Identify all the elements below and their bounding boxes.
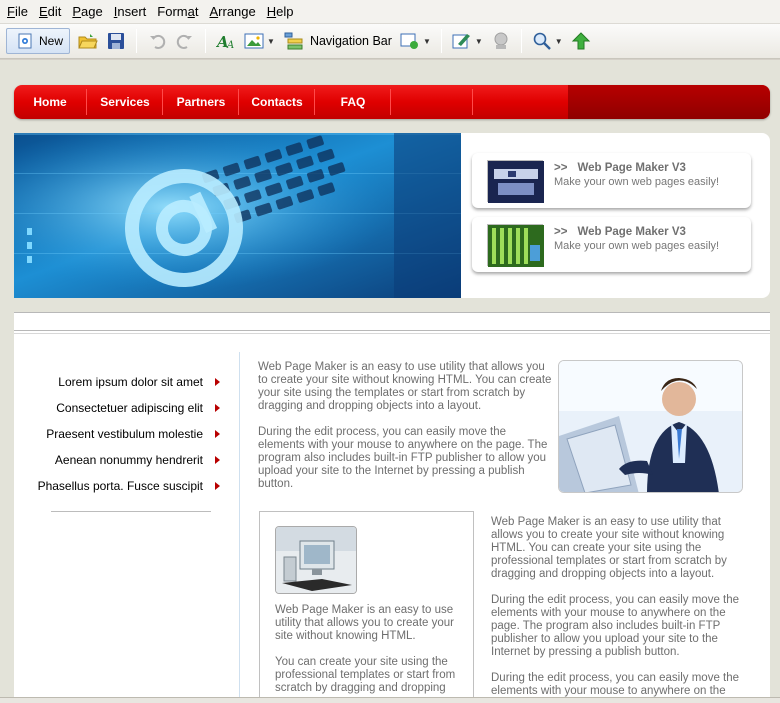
toolbar-separator bbox=[136, 29, 138, 53]
promo-title: >> Web Page Maker V3 bbox=[554, 162, 686, 174]
intro-paragraph: Web Page Maker is an easy to use utility… bbox=[258, 361, 552, 412]
insert-form-icon[interactable] bbox=[400, 31, 420, 51]
save-icon[interactable] bbox=[106, 31, 126, 51]
promo-title: >> Web Page Maker V3 bbox=[554, 226, 686, 238]
intro-paragraph: During the edit process, you can easily … bbox=[258, 426, 548, 490]
zoom-icon[interactable] bbox=[532, 31, 552, 51]
businessman-photo bbox=[558, 360, 743, 493]
menu-arrange[interactable]: Arrange bbox=[208, 2, 256, 21]
divider bbox=[14, 330, 770, 331]
nav-divider bbox=[86, 89, 87, 115]
computer-photo bbox=[275, 526, 357, 594]
sidebar-link[interactable]: Aenean nonummy hendrerit bbox=[10, 450, 220, 470]
arrow-right-icon bbox=[215, 430, 220, 438]
navigation-bar-button[interactable]: Navigation Bar bbox=[310, 34, 392, 48]
edit-pen-icon[interactable] bbox=[452, 31, 472, 51]
right-paragraph: During the edit process, you can easily … bbox=[491, 594, 740, 658]
navigation-bar-icon[interactable] bbox=[283, 31, 303, 51]
new-button-label: New bbox=[39, 34, 64, 48]
menu-edit[interactable]: Edit bbox=[38, 2, 62, 21]
toolbar-separator bbox=[440, 29, 442, 53]
nav-divider bbox=[162, 89, 163, 115]
content-panel: Lorem ipsum dolor sit amet Consectetuer … bbox=[14, 312, 770, 703]
menu-insert[interactable]: Insert bbox=[113, 2, 148, 21]
open-folder-icon[interactable] bbox=[78, 31, 98, 51]
sidebar-link-label: Aenean nonummy hendrerit bbox=[54, 453, 203, 467]
sidebar-link-list: Lorem ipsum dolor sit amet Consectetuer … bbox=[38, 372, 220, 512]
promo-card[interactable]: >> Web Page Maker V3 Make your own web pa… bbox=[472, 153, 751, 208]
right-paragraph: Web Page Maker is an easy to use utility… bbox=[491, 516, 727, 580]
page-canvas: Home Services Partners Contacts FAQ >> W… bbox=[0, 60, 780, 703]
box-paragraph: Web Page Maker is an easy to use utility… bbox=[275, 604, 454, 642]
sidebar-link-label: Praesent vestibulum molestie bbox=[46, 427, 203, 441]
arrow-right-icon bbox=[215, 482, 220, 490]
arrow-right-icon bbox=[215, 456, 220, 464]
content-box: Web Page Maker is an easy to use utility… bbox=[259, 511, 474, 703]
promo-subtitle: Make your own web pages easily! bbox=[554, 176, 720, 188]
sidebar-link[interactable]: Phasellus porta. Fusce suscipit bbox=[10, 476, 220, 496]
toolbar-separator bbox=[520, 29, 522, 53]
column-divider bbox=[239, 352, 240, 703]
nav-contacts[interactable]: Contacts bbox=[240, 85, 314, 119]
divider bbox=[14, 312, 770, 313]
menu-file[interactable]: File bbox=[6, 2, 29, 21]
zoom-dropdown[interactable]: ▼ bbox=[555, 37, 563, 46]
new-button[interactable]: New bbox=[6, 28, 71, 54]
arrow-right-icon bbox=[215, 378, 220, 386]
sidebar-link[interactable]: Consectetuer adipiscing elit bbox=[10, 398, 220, 418]
nav-partners[interactable]: Partners bbox=[164, 85, 238, 119]
box-paragraph: You can create your site using the profe… bbox=[275, 656, 456, 694]
nav-divider bbox=[314, 89, 315, 115]
nav-faq[interactable]: FAQ bbox=[316, 85, 390, 119]
insert-image-icon[interactable] bbox=[244, 31, 264, 51]
nav-home[interactable]: Home bbox=[14, 85, 86, 119]
navbar-end-cap bbox=[568, 85, 770, 119]
redo-icon[interactable] bbox=[175, 31, 195, 51]
insert-form-dropdown[interactable]: ▼ bbox=[423, 37, 431, 46]
toolbar-separator bbox=[205, 29, 207, 53]
banner: >> Web Page Maker V3 Make your own web pa… bbox=[14, 133, 770, 298]
banner-at-sign-image bbox=[14, 133, 461, 298]
sidebar-link[interactable]: Lorem ipsum dolor sit amet bbox=[10, 372, 220, 392]
sidebar-link-label: Consectetuer adipiscing elit bbox=[56, 401, 203, 415]
promo-server-thumbnail bbox=[487, 160, 544, 203]
new-page-icon bbox=[15, 31, 35, 51]
svg-text:A: A bbox=[226, 40, 234, 50]
text-style-icon[interactable]: AA bbox=[216, 31, 236, 51]
site-navigation-bar: Home Services Partners Contacts FAQ bbox=[14, 85, 770, 119]
sidebar-divider bbox=[51, 511, 211, 512]
menu-bar: File Edit Page Insert Format Arrange Hel… bbox=[0, 0, 780, 24]
menu-page[interactable]: Page bbox=[71, 2, 103, 21]
promo-subtitle: Make your own web pages easily! bbox=[554, 240, 720, 252]
promo-card[interactable]: >> Web Page Maker V3 Make your own web pa… bbox=[472, 217, 751, 272]
nav-services[interactable]: Services bbox=[88, 85, 162, 119]
menu-help[interactable]: Help bbox=[266, 2, 295, 21]
sidebar-link[interactable]: Praesent vestibulum molestie bbox=[10, 424, 220, 444]
status-strip bbox=[0, 697, 780, 703]
nav-divider bbox=[390, 89, 391, 115]
nav-divider bbox=[238, 89, 239, 115]
nav-divider bbox=[472, 89, 473, 115]
undo-icon[interactable] bbox=[147, 31, 167, 51]
sidebar-link-label: Phasellus porta. Fusce suscipit bbox=[37, 479, 203, 493]
publish-icon[interactable] bbox=[491, 31, 511, 51]
upload-arrow-icon[interactable] bbox=[571, 31, 591, 51]
arrow-right-icon bbox=[215, 404, 220, 412]
insert-image-dropdown[interactable]: ▼ bbox=[267, 37, 275, 46]
menu-format[interactable]: Format bbox=[156, 2, 199, 21]
edit-pen-dropdown[interactable]: ▼ bbox=[475, 37, 483, 46]
sidebar-link-label: Lorem ipsum dolor sit amet bbox=[58, 375, 203, 389]
divider bbox=[14, 333, 770, 334]
toolbar: New AA ▼ Navigation Bar ▼ ▼ ▼ bbox=[0, 24, 780, 59]
promo-circuit-thumbnail bbox=[487, 224, 544, 267]
